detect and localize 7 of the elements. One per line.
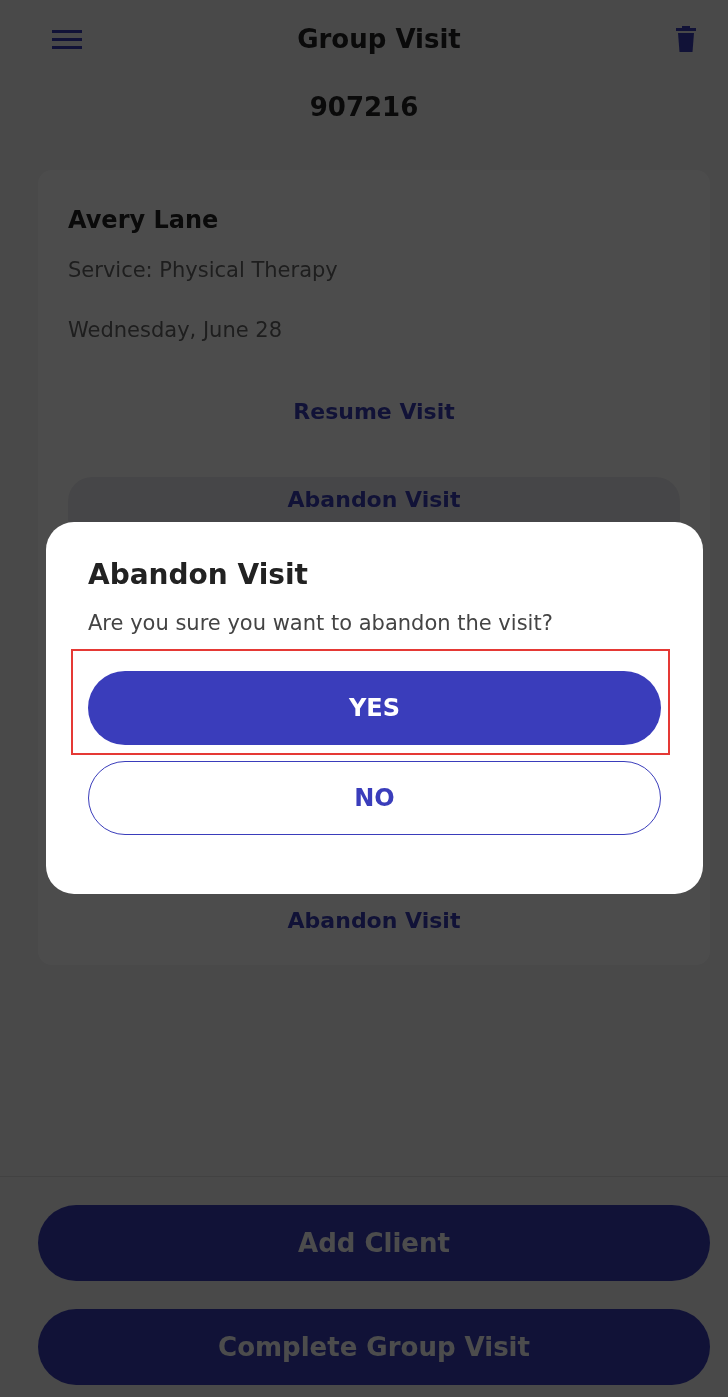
dialog-message: Are you sure you want to abandon the visit? <box>88 611 554 635</box>
page-title: Group Visit <box>297 24 461 54</box>
client-name: Avery Lane <box>68 206 220 234</box>
visit-code: 907216 <box>308 92 420 122</box>
confirm-button[interactable]: YES <box>88 671 661 745</box>
cancel-button[interactable]: NO <box>88 761 661 835</box>
dialog-title: Abandon Visit <box>88 558 309 591</box>
